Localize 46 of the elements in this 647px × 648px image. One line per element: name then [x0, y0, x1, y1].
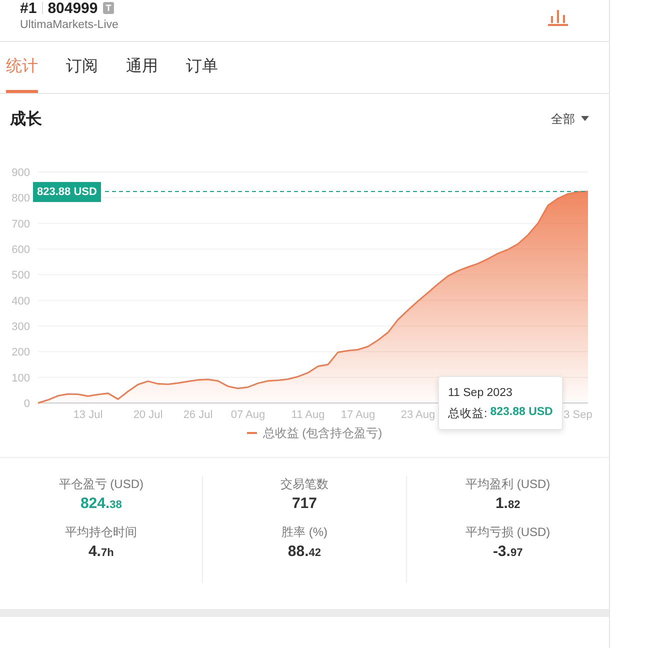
y-axis-label: 700: [12, 218, 30, 230]
x-axis-label: 17 Aug: [340, 409, 376, 421]
section-title: 成长: [10, 110, 42, 130]
stat-value: 1.82: [495, 495, 520, 512]
y-axis-label: 800: [12, 192, 30, 205]
stat-value: 88.42: [288, 543, 322, 560]
bar-chart-icon[interactable]: [547, 7, 569, 27]
y-axis-label: 500: [12, 270, 30, 282]
stat-value: 4.7h: [88, 543, 114, 560]
y-axis-label: 300: [12, 321, 30, 333]
y-axis-label: 400: [12, 295, 30, 308]
account-number: 804999: [48, 0, 98, 16]
account-type-badge: T: [102, 2, 114, 14]
y-axis-label: 600: [12, 244, 30, 256]
stat-value: 824.38: [80, 495, 122, 512]
stat-label: 平仓盈亏 (USD): [58, 476, 144, 493]
tooltip-value: 823.88 USD: [490, 406, 553, 420]
y-axis-label: 200: [12, 346, 30, 359]
tab[interactable]: 通用: [126, 42, 158, 93]
tooltip-label: 总收益:: [448, 406, 488, 421]
stat-value: -3.97: [492, 543, 523, 560]
y-axis-label: 900: [12, 167, 30, 179]
range-dropdown[interactable]: 全部: [551, 110, 589, 128]
x-axis-label: 26 Jul: [183, 409, 213, 421]
x-axis-label: 20 Jul: [133, 409, 163, 421]
rank-number: #1: [20, 0, 37, 16]
x-axis-label: 23 Aug: [400, 409, 436, 421]
x-axis-label: 13 Jul: [73, 409, 103, 421]
server-name: UltimaMarkets-Live: [20, 19, 118, 31]
stat-label: 平均持仓时间: [65, 524, 138, 541]
y-axis-label: 0: [24, 398, 30, 410]
x-axis-label: 3 Sep: [564, 409, 592, 421]
x-axis-label: 07 Aug: [230, 409, 266, 421]
stat-value: 717: [292, 495, 317, 512]
current-value-label: 823.88 USD: [33, 182, 101, 202]
tab[interactable]: 订单: [186, 42, 218, 93]
x-axis-label: 11 Aug: [291, 409, 325, 421]
stat-label: 平均亏损 (USD): [465, 524, 550, 541]
caret-icon: [581, 116, 589, 122]
stat-label: 平均盈利 (USD): [465, 476, 550, 493]
y-axis-label: 100: [12, 372, 30, 384]
tab[interactable]: 订阅: [66, 42, 98, 93]
stat-label: 胜率 (%): [281, 524, 328, 541]
stat-label: 交易笔数: [280, 476, 328, 493]
tooltip-date: 11 Sep 2023: [448, 387, 514, 399]
legend-label[interactable]: 总收益 (包含持仓盈亏): [262, 424, 382, 442]
